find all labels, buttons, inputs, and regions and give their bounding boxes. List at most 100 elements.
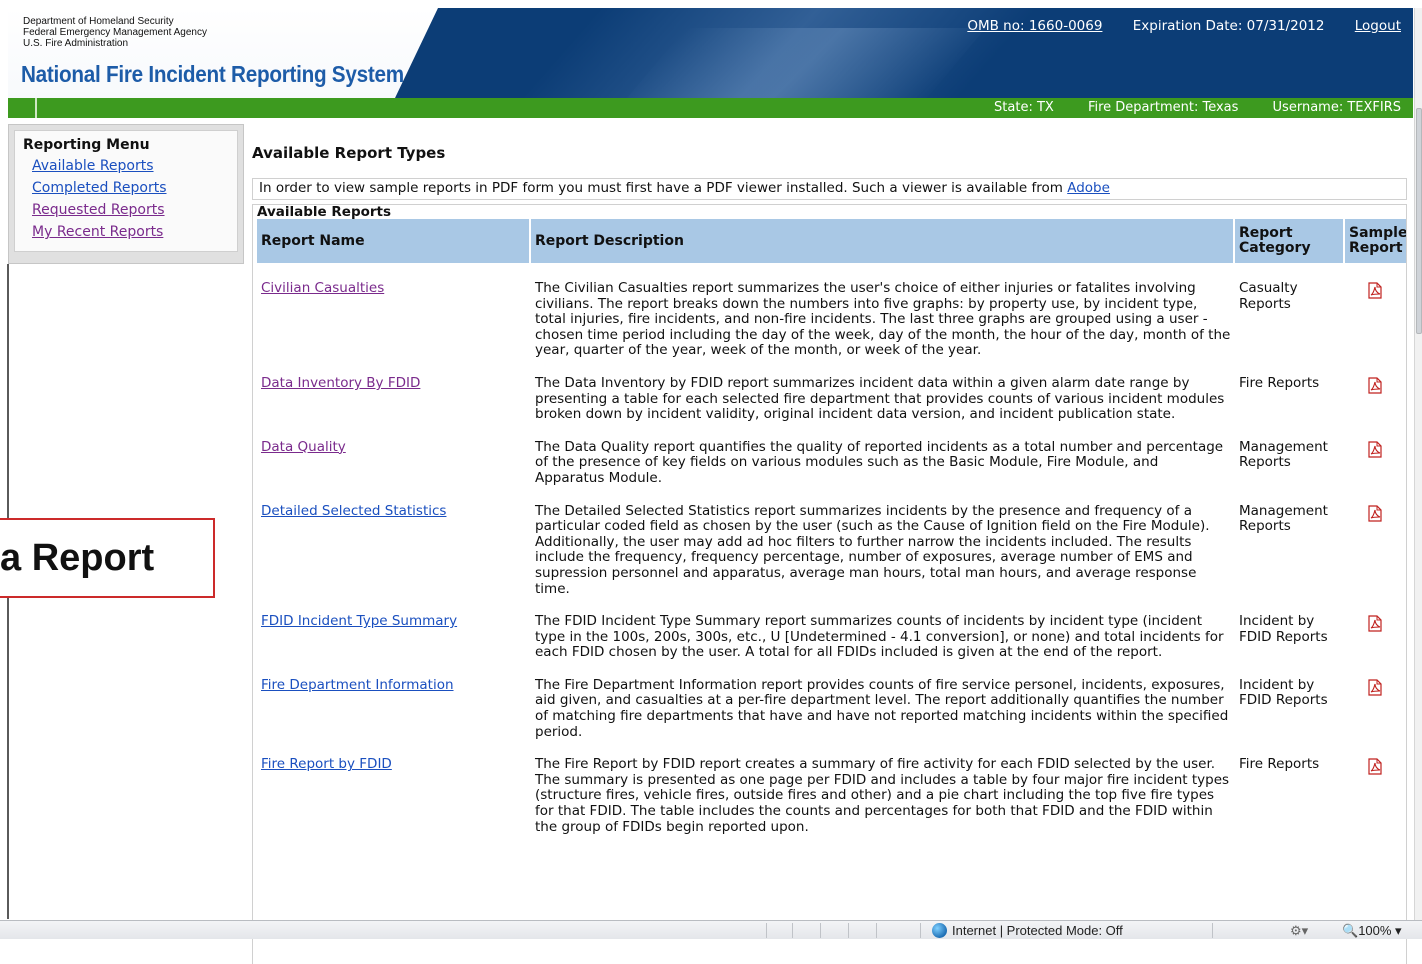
column-header-report-description: Report Description (531, 219, 1233, 263)
info-bar: State: TX Fire Department: Texas Usernam… (8, 98, 1413, 118)
status-divider (766, 923, 767, 938)
report-description: The Data Inventory by FDID report summar… (535, 374, 1225, 423)
vertical-scrollbar[interactable] (1414, 8, 1422, 920)
report-name-cell: Data Inventory By FDID (257, 359, 529, 423)
menu-item-completed-reports[interactable]: Completed Reports (32, 177, 237, 199)
agency-line: U.S. Fire Administration (23, 38, 129, 49)
report-description: The Fire Report by FDID report creates a… (535, 756, 1230, 835)
pdf-icon[interactable] (1367, 504, 1383, 522)
report-description: The Detailed Selected Statistics report … (535, 502, 1210, 597)
status-divider (820, 923, 821, 938)
sample-report-cell (1345, 740, 1406, 835)
fire-department-label: Fire Department: Texas (1087, 100, 1239, 115)
header-links: OMB no: 1660-0069 Expiration Date: 07/31… (941, 18, 1401, 34)
browser-status-bar: Internet | Protected Mode: Off ⚙▾ 🔍100% … (0, 920, 1422, 939)
report-category: Incident by FDID Reports (1239, 613, 1328, 645)
report-link[interactable]: Data Inventory By FDID (261, 375, 420, 391)
security-zone-label: Internet | Protected Mode: Off (952, 923, 1123, 938)
main-content: Available Report Types In order to view … (252, 140, 1407, 964)
table-row: Data Quality The Data Quality report quan… (257, 423, 1406, 487)
report-category: Management Reports (1239, 502, 1328, 535)
status-divider (848, 923, 849, 938)
pdf-icon[interactable] (1367, 282, 1383, 299)
report-description: The Civilian Casualties report summarize… (535, 280, 1231, 359)
table-row: Data Inventory By FDID The Data Inventory… (257, 359, 1406, 423)
app-title: National Fire Incident Reporting System (21, 61, 404, 87)
status-divider (876, 923, 877, 938)
report-name-cell: Detailed Selected Statistics (257, 487, 529, 598)
table-header-row: Report Name Report Description Report Ca… (257, 219, 1406, 263)
table-row: FDID Incident Type Summary The FDID Incid… (257, 597, 1406, 661)
expiration-date: Expiration Date: 07/31/2012 (1132, 18, 1325, 34)
report-name-cell: Data Quality (257, 423, 529, 487)
chevron-down-icon: ▾ (1391, 923, 1402, 938)
table-row: Fire Department Information The Fire Depa… (257, 661, 1406, 740)
agency-name: Department of Homeland Security Federal … (23, 16, 207, 49)
page-title: Available Report Types (252, 144, 446, 162)
status-divider (920, 923, 921, 938)
logout-link[interactable]: Logout (1355, 18, 1401, 34)
pdf-icon[interactable] (1367, 441, 1383, 458)
site-header: Department of Homeland Security Federal … (8, 8, 1413, 98)
reporting-menu: Reporting Menu Available Reports Complet… (14, 130, 238, 252)
sample-report-cell (1345, 263, 1406, 359)
security-zone[interactable]: Internet | Protected Mode: Off (932, 923, 1123, 938)
report-category: Fire Reports (1239, 374, 1320, 391)
report-description: The FDID Incident Type Summary report su… (535, 613, 1224, 661)
menu-item-my-recent-reports[interactable]: My Recent Reports (32, 221, 237, 243)
report-category: Casualty Reports (1239, 280, 1298, 312)
report-description: The Fire Department Information report p… (535, 676, 1229, 740)
agency-line: Federal Emergency Management Agency (23, 27, 207, 38)
table-row: Fire Report by FDID The Fire Report by FD… (257, 740, 1406, 835)
globe-icon (932, 923, 947, 938)
available-reports-section: Available Reports Report Name Report Des… (252, 204, 1407, 964)
zoom-level: 100% (1358, 923, 1392, 938)
report-category: Management Reports (1239, 438, 1328, 471)
adobe-link[interactable]: Adobe (1067, 180, 1110, 196)
sample-report-cell (1345, 597, 1406, 661)
report-name-cell: Civilian Casualties (257, 263, 529, 359)
pdf-viewer-note: In order to view sample reports in PDF f… (252, 178, 1407, 200)
report-link[interactable]: Fire Report by FDID (261, 756, 392, 772)
column-header-report-category: Report Category (1235, 219, 1343, 263)
report-link[interactable]: Fire Department Information (261, 677, 454, 693)
zoom-control[interactable]: 🔍100% ▾ (1342, 923, 1402, 939)
table-row: Detailed Selected Statistics The Detailed… (257, 487, 1406, 598)
sample-report-cell (1345, 423, 1406, 487)
status-divider (792, 923, 793, 938)
pdf-icon[interactable] (1367, 758, 1383, 775)
menu-item-available-reports[interactable]: Available Reports (32, 155, 237, 177)
pdf-icon[interactable] (1367, 377, 1383, 394)
user-info: State: TX Fire Department: Texas Usernam… (964, 100, 1401, 115)
addon-icon[interactable]: ⚙▾ (1290, 923, 1308, 939)
omb-link[interactable]: OMB no: 1660-0069 (967, 18, 1102, 34)
report-link[interactable]: Detailed Selected Statistics (261, 503, 446, 519)
pdf-icon[interactable] (1367, 615, 1383, 632)
report-link[interactable]: Data Quality (261, 439, 346, 455)
report-description: The Data Quality report quantifies the q… (535, 438, 1224, 486)
username-label: Username: TEXFIRS (1272, 100, 1401, 115)
report-category: Fire Reports (1239, 756, 1320, 773)
table-row: Civilian Casualties The Civilian Casualti… (257, 263, 1406, 359)
reports-table: Report Name Report Description Report Ca… (255, 219, 1406, 835)
available-reports-title: Available Reports (257, 204, 392, 220)
pdf-icon[interactable] (1367, 679, 1383, 696)
pdf-note-text: In order to view sample reports in PDF f… (259, 180, 1063, 196)
sample-report-cell (1345, 661, 1406, 740)
column-header-report-name: Report Name (257, 219, 529, 263)
report-name-cell: Fire Department Information (257, 661, 529, 740)
reports-table-body: Civilian Casualties The Civilian Casualti… (257, 263, 1406, 835)
reporting-menu-title: Reporting Menu (23, 137, 150, 153)
column-header-sample-report: Sample Report (1345, 219, 1406, 263)
report-link[interactable]: FDID Incident Type Summary (261, 613, 457, 629)
report-link[interactable]: Civilian Casualties (261, 280, 384, 296)
scrollbar-thumb[interactable] (1416, 108, 1422, 334)
sample-report-cell (1345, 359, 1406, 423)
agency-line: Department of Homeland Security (23, 16, 174, 27)
menu-item-requested-reports[interactable]: Requested Reports (32, 199, 237, 221)
report-name-cell: Fire Report by FDID (257, 740, 529, 835)
info-bar-divider (35, 98, 37, 118)
reporting-menu-panel: Reporting Menu Available Reports Complet… (8, 124, 244, 264)
state-label: State: TX (994, 100, 1054, 115)
status-divider (1212, 923, 1213, 938)
